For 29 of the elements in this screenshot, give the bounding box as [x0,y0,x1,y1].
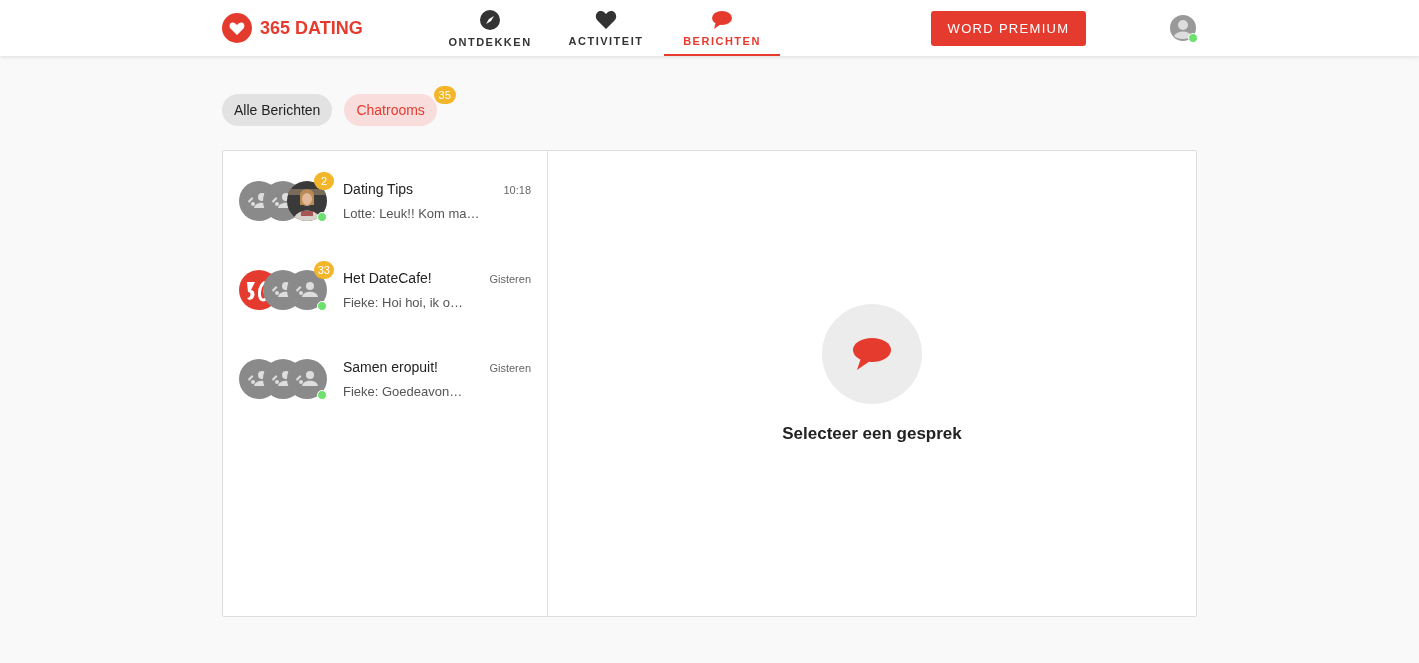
conversation-title: Het DateCafe! [343,269,432,286]
unread-badge: 33 [313,260,334,279]
message-time: Gisteren [489,361,531,374]
premium-button[interactable]: WORD PREMIUM [931,10,1086,46]
message-preview: Lotte: Leuk!! Kom ma… [343,205,481,221]
conversation-item[interactable]: Samen eropuit! Gisteren Fieke: Goedeavon… [223,334,547,423]
conversation-item[interactable]: 33 Het DateCafe! Gisteren Fieke: Hoi hoi, ik o… [223,245,547,334]
group-avatar-icon [287,358,327,399]
compass-icon [479,8,501,31]
heart-icon [595,9,617,30]
nav-tab[interactable]: BERICHTEN [664,0,780,56]
conversation-item[interactable]: 2 Dating Tips 10:18 Lotte: Leuk!! Kom ma… [223,156,547,245]
nav-tab[interactable]: ACTIVITEIT [548,0,664,56]
message-time: Gisteren [489,272,531,285]
user-avatar-icon[interactable] [1169,14,1197,42]
nav-tab[interactable]: ONTDEKKEN [432,0,548,56]
unread-badge: 2 [314,171,334,190]
chat-icon [711,9,733,30]
heart-logo-icon [222,13,252,43]
count-badge: 35 [433,86,456,104]
message-preview: Fieke: Hoi hoi, ik o… [343,294,464,310]
chat-icon [852,336,892,371]
conversation-title: Samen eropuit! [343,358,438,375]
filter-chip[interactable]: Alle Berichten [222,94,333,126]
conversation-title: Dating Tips [343,180,414,197]
message-preview: Fieke: Goedeavon… [343,383,464,399]
message-time: 10:18 [503,183,531,196]
empty-state-message: Selecteer een gesprek [782,423,962,444]
brand-name: 365 DATING [260,17,363,39]
